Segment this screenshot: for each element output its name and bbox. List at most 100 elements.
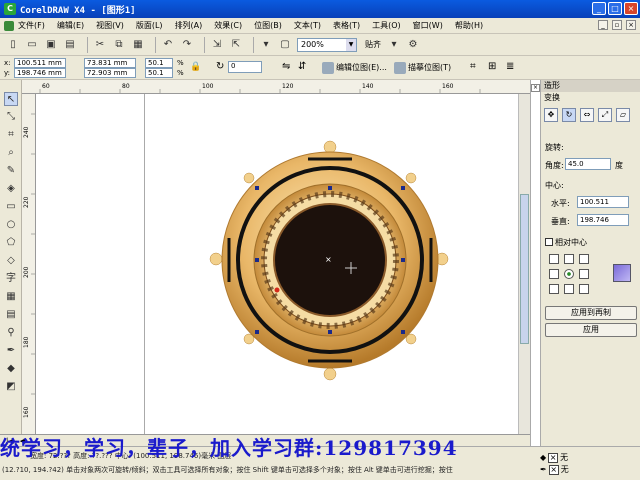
export-icon[interactable]: ⇱ (229, 38, 243, 52)
anchor-point[interactable] (564, 284, 574, 294)
mirror-vertical-icon[interactable]: ⇵ (298, 61, 306, 72)
relative-center-checkbox[interactable] (545, 238, 553, 246)
basic-shapes-tool-icon[interactable]: ◇ (4, 254, 18, 268)
compass-artwork[interactable]: × (36, 94, 518, 434)
x-position-field[interactable]: 100.511 mm (14, 58, 66, 68)
text-tool-icon[interactable]: 字 (4, 272, 18, 286)
crop-icon[interactable]: ⌗ (470, 61, 476, 72)
scale-y-field[interactable]: 50.1 (145, 68, 173, 78)
y-position-field[interactable]: 198.746 mm (14, 68, 66, 78)
cut-icon[interactable]: ✂ (93, 38, 107, 52)
menu-edit[interactable]: 编辑(E) (57, 20, 84, 31)
size-icon[interactable]: ⤢ (598, 108, 612, 122)
snap-to-menu[interactable]: 贴齐 (365, 39, 381, 50)
doc-minimize-button[interactable]: _ (598, 20, 608, 30)
menu-window[interactable]: 窗口(W) (413, 20, 443, 31)
anchor-point[interactable] (579, 254, 589, 264)
new-icon[interactable]: ▯ (6, 38, 20, 52)
scrollbar-thumb[interactable] (520, 194, 529, 344)
import-icon[interactable]: ⇲ (210, 38, 224, 52)
application-launcher-icon[interactable]: ▾ (259, 38, 273, 52)
shape-tool-icon[interactable]: ⤡ (4, 110, 18, 124)
zoom-tool-icon[interactable]: ⌕ (4, 146, 18, 160)
anchor-point[interactable] (549, 284, 559, 294)
interactive-tool-icon[interactable]: ▤ (4, 308, 18, 322)
menu-help[interactable]: 帮助(H) (455, 20, 483, 31)
save-icon[interactable]: ▣ (44, 38, 58, 52)
scale-x-field[interactable]: 50.1 (145, 58, 173, 68)
smart-fill-tool-icon[interactable]: ◈ (4, 182, 18, 196)
menu-arrange[interactable]: 排列(A) (175, 20, 203, 31)
menu-text[interactable]: 文本(T) (294, 20, 321, 31)
rotate-icon[interactable]: ↻ (562, 108, 576, 122)
anchor-point[interactable] (579, 284, 589, 294)
anchor-point[interactable] (579, 269, 589, 279)
interactive-fill-tool-icon[interactable]: ◩ (4, 380, 18, 394)
lock-ratio-icon[interactable]: 🔒 (190, 62, 201, 72)
menu-tools[interactable]: 工具(O) (372, 20, 401, 31)
position-icon[interactable]: ✥ (544, 108, 558, 122)
scale-mirror-icon[interactable]: ⇔ (580, 108, 594, 122)
docker-tab[interactable]: 造形 (541, 80, 640, 92)
table-tool-icon[interactable]: ▦ (4, 290, 18, 304)
copy-icon[interactable]: ⧉ (112, 38, 126, 52)
center-h-field[interactable]: 100.511 (577, 196, 629, 208)
freehand-tool-icon[interactable]: ✎ (4, 164, 18, 178)
anchor-point[interactable] (564, 254, 574, 264)
skew-icon[interactable]: ▱ (616, 108, 630, 122)
width-field[interactable]: 73.831 mm (84, 58, 136, 68)
color-palette[interactable]: × (530, 80, 540, 452)
no-color-swatch[interactable]: × (531, 84, 540, 92)
menu-file[interactable]: 文件(F) (18, 20, 45, 31)
edit-bitmap-button[interactable]: 编辑位图(E)... (322, 61, 387, 75)
close-button[interactable]: × (624, 2, 638, 15)
menu-effects[interactable]: 效果(C) (214, 20, 242, 31)
apply-button[interactable]: 应用 (545, 323, 637, 337)
drawing-canvas[interactable]: × (36, 94, 518, 434)
doc-close-button[interactable]: × (626, 20, 636, 30)
anchor-grid[interactable] (549, 254, 589, 294)
crop-tool-icon[interactable]: ⌗ (4, 128, 18, 142)
minimize-button[interactable]: _ (592, 2, 606, 15)
menu-table[interactable]: 表格(T) (333, 20, 360, 31)
zoom-select[interactable]: 200% ▼ (297, 37, 357, 52)
print-icon[interactable]: ▤ (63, 38, 77, 52)
welcome-screen-icon[interactable]: ▢ (278, 38, 292, 52)
vertical-ruler[interactable]: 240 220 200 180 160 (22, 94, 36, 434)
x-label: x: (4, 59, 11, 67)
anchor-point-center[interactable] (564, 269, 574, 279)
maximize-button[interactable]: □ (608, 2, 622, 15)
wrap-text-icon[interactable]: ≣ (506, 61, 514, 72)
polygon-tool-icon[interactable]: ⬠ (4, 236, 18, 250)
mirror-horizontal-icon[interactable]: ⇋ (282, 61, 290, 72)
preview-icon (613, 264, 631, 282)
resample-icon[interactable]: ⊞ (488, 61, 496, 72)
vertical-scrollbar[interactable] (518, 94, 530, 434)
height-field[interactable]: 72.903 mm (84, 68, 136, 78)
redo-icon[interactable]: ↷ (180, 38, 194, 52)
anchor-point[interactable] (549, 254, 559, 264)
rectangle-tool-icon[interactable]: ▭ (4, 200, 18, 214)
rotation-angle-field[interactable]: 0 (228, 61, 262, 73)
center-label: 中心: (545, 181, 564, 190)
apply-to-duplicate-button[interactable]: 应用到再制 (545, 306, 637, 320)
fill-tool-icon[interactable]: ◆ (4, 362, 18, 376)
open-icon[interactable]: ▭ (25, 38, 39, 52)
paste-icon[interactable]: ▦ (131, 38, 145, 52)
trace-bitmap-button[interactable]: 描摹位图(T) (394, 61, 451, 75)
eyedropper-tool-icon[interactable]: ⚲ (4, 326, 18, 340)
pick-tool-icon[interactable]: ↖ (4, 92, 18, 106)
center-v-field[interactable]: 198.746 (577, 214, 629, 226)
outline-tool-icon[interactable]: ✒ (4, 344, 18, 358)
horizontal-ruler[interactable]: 60 80 100 120 140 160 (22, 80, 530, 94)
menu-view[interactable]: 视图(V) (96, 20, 124, 31)
undo-icon[interactable]: ↶ (161, 38, 175, 52)
settings-icon[interactable]: ⚙ (406, 38, 420, 52)
options-icon[interactable]: ▾ (387, 38, 401, 52)
menu-bitmaps[interactable]: 位图(B) (254, 20, 282, 31)
angle-field[interactable]: 45.0 (565, 158, 611, 170)
doc-restore-button[interactable]: ▫ (612, 20, 622, 30)
menu-layout[interactable]: 版面(L) (136, 20, 163, 31)
ellipse-tool-icon[interactable]: ○ (4, 218, 18, 232)
anchor-point[interactable] (549, 269, 559, 279)
